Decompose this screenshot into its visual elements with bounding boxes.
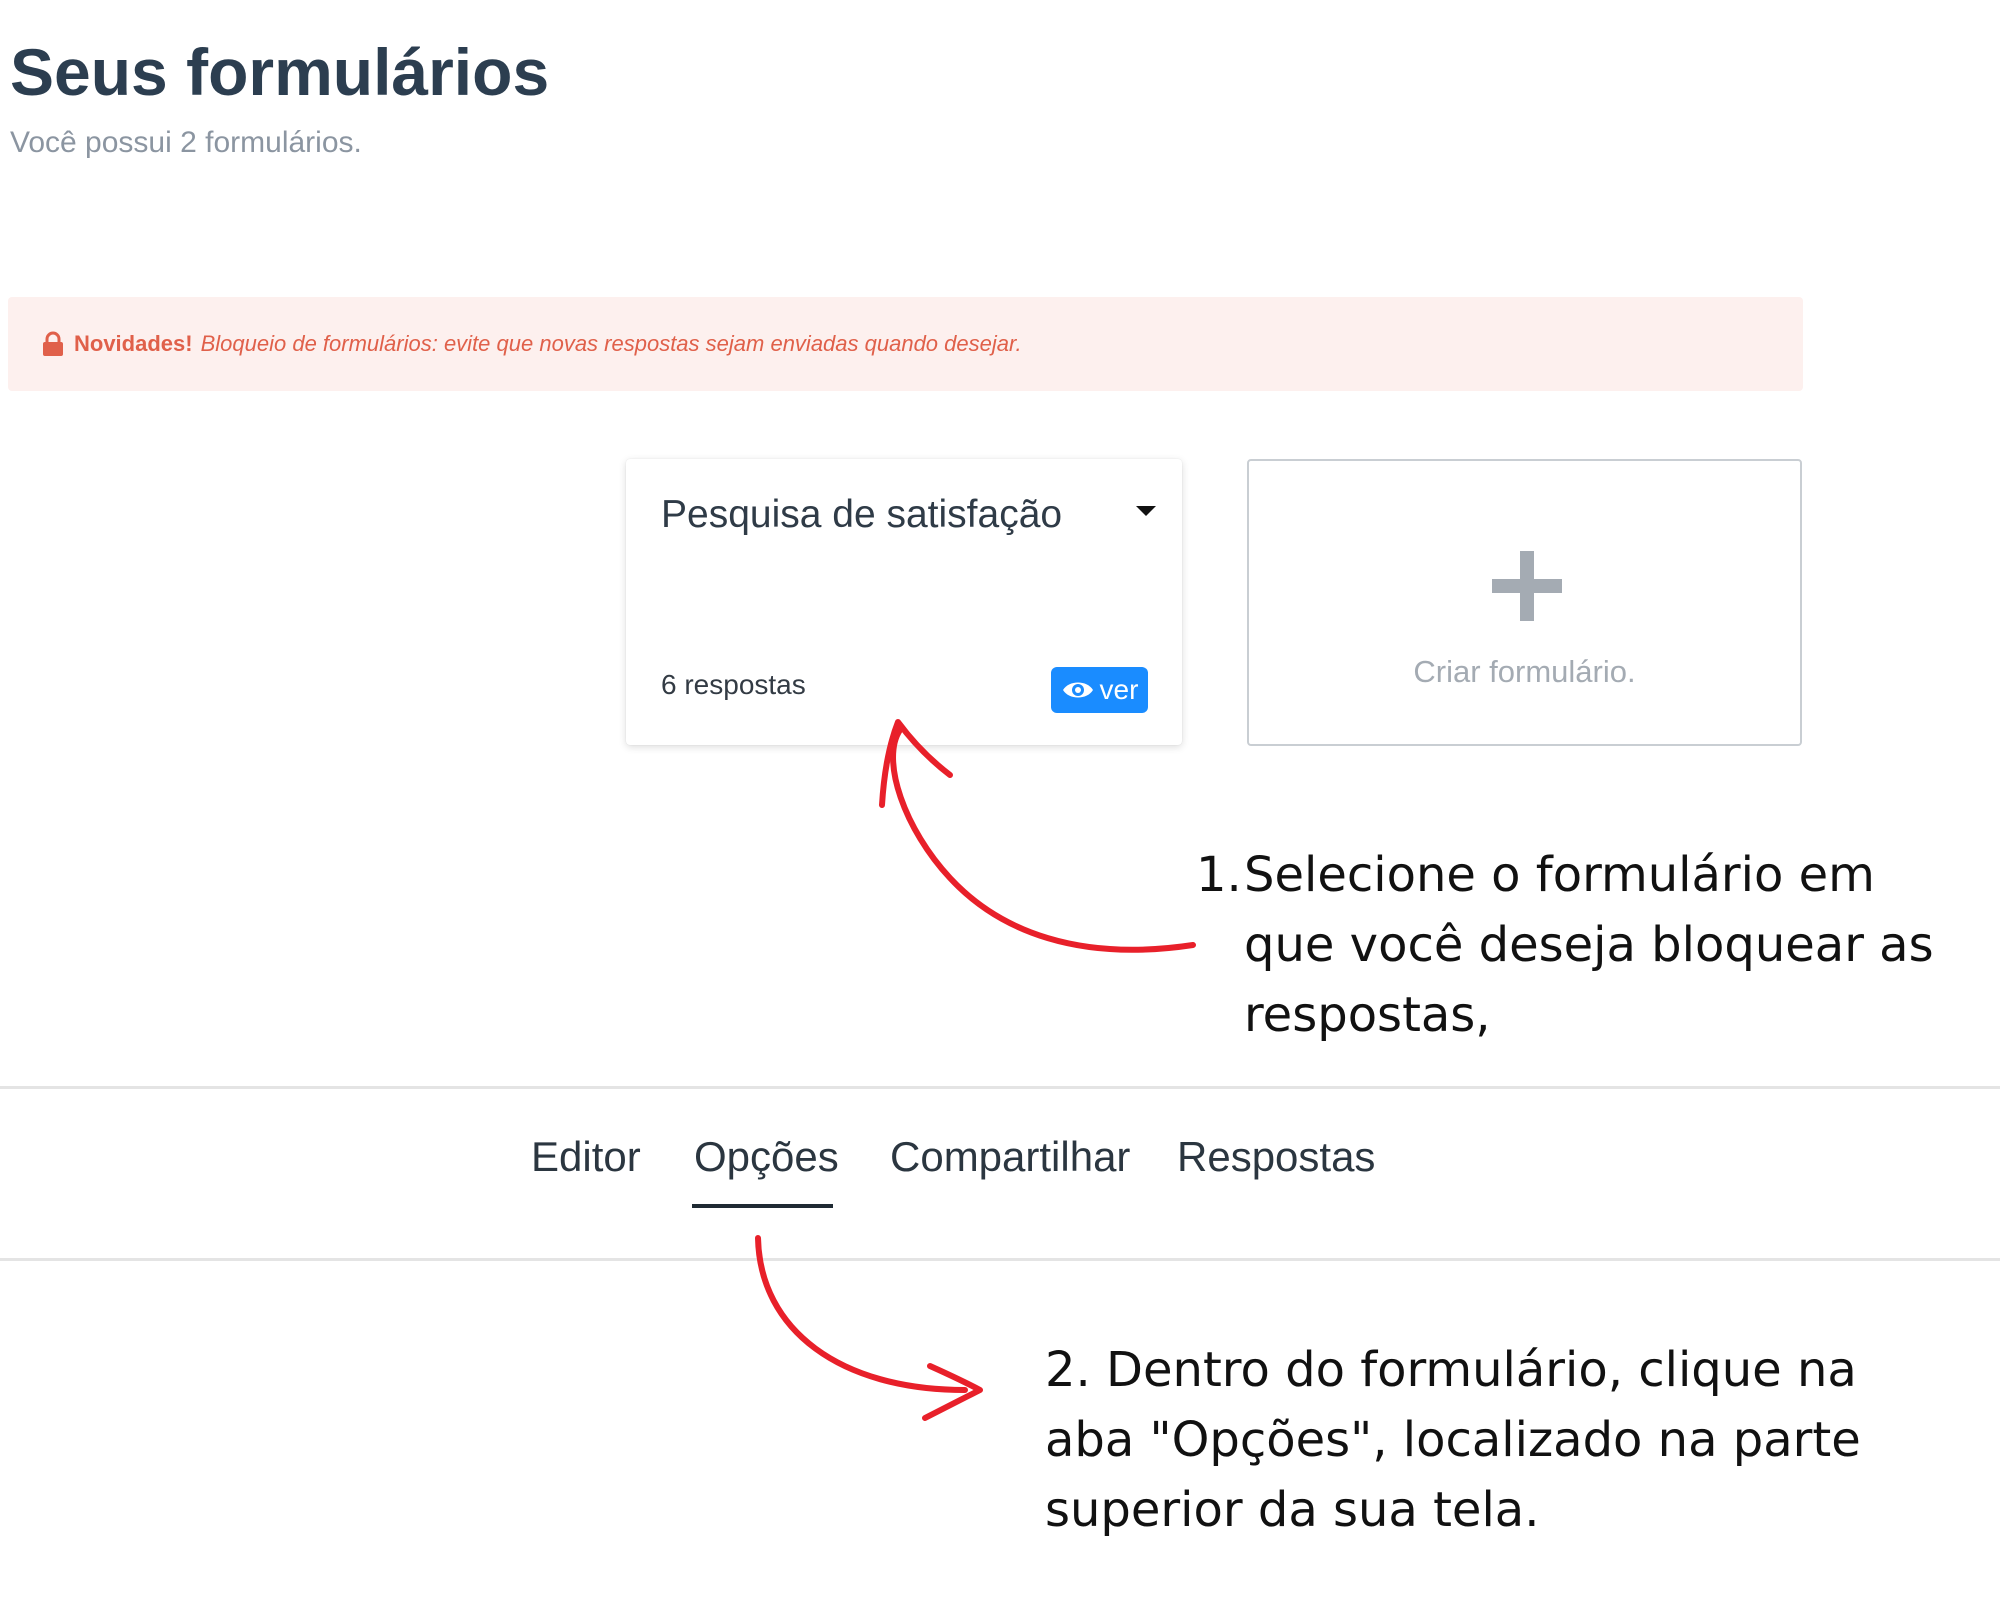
plus-icon (1492, 551, 1562, 621)
step-1-text: Selecione o formulário em que você desej… (1244, 847, 1934, 1043)
tab-opcoes[interactable]: Opções (694, 1133, 839, 1181)
tab-respostas[interactable]: Respostas (1177, 1133, 1375, 1181)
create-form-card[interactable]: Criar formulário. (1247, 459, 1802, 746)
page-subtitle: Você possui 2 formulários. (10, 126, 362, 159)
form-card[interactable]: Pesquisa de satisfação 6 respostas ver (626, 459, 1182, 745)
divider-bottom (0, 1258, 2000, 1261)
step-1-number: 1. (1196, 847, 1242, 903)
response-count: 6 respostas (661, 669, 806, 700)
view-label: ver (1099, 674, 1139, 705)
eye-icon (1062, 682, 1093, 698)
news-label: Novidades! (74, 331, 193, 356)
page-title: Seus formulários (10, 35, 550, 109)
tab-compartilhar[interactable]: Compartilhar (890, 1133, 1130, 1181)
step-2-text: 2. Dentro do formulário, clique na aba "… (1045, 1342, 1861, 1538)
lock-icon (42, 331, 64, 357)
arrow-1-curve (890, 727, 1196, 953)
create-form-label: Criar formulário. (1413, 654, 1636, 689)
view-button[interactable]: ver (1051, 667, 1148, 713)
caret-down-icon[interactable] (1134, 503, 1158, 519)
tab-bar: Editor Opções Compartilhar Respostas (0, 1088, 2000, 1258)
news-message: Bloqueio de formulários: evite que novas… (200, 331, 1022, 356)
form-title[interactable]: Pesquisa de satisfação (661, 493, 1062, 537)
active-tab-indicator (692, 1204, 833, 1208)
tab-editor[interactable]: Editor (531, 1133, 641, 1181)
news-banner: Novidades! Bloqueio de formulários: evit… (8, 297, 1803, 391)
arrow-2-head (922, 1363, 983, 1421)
